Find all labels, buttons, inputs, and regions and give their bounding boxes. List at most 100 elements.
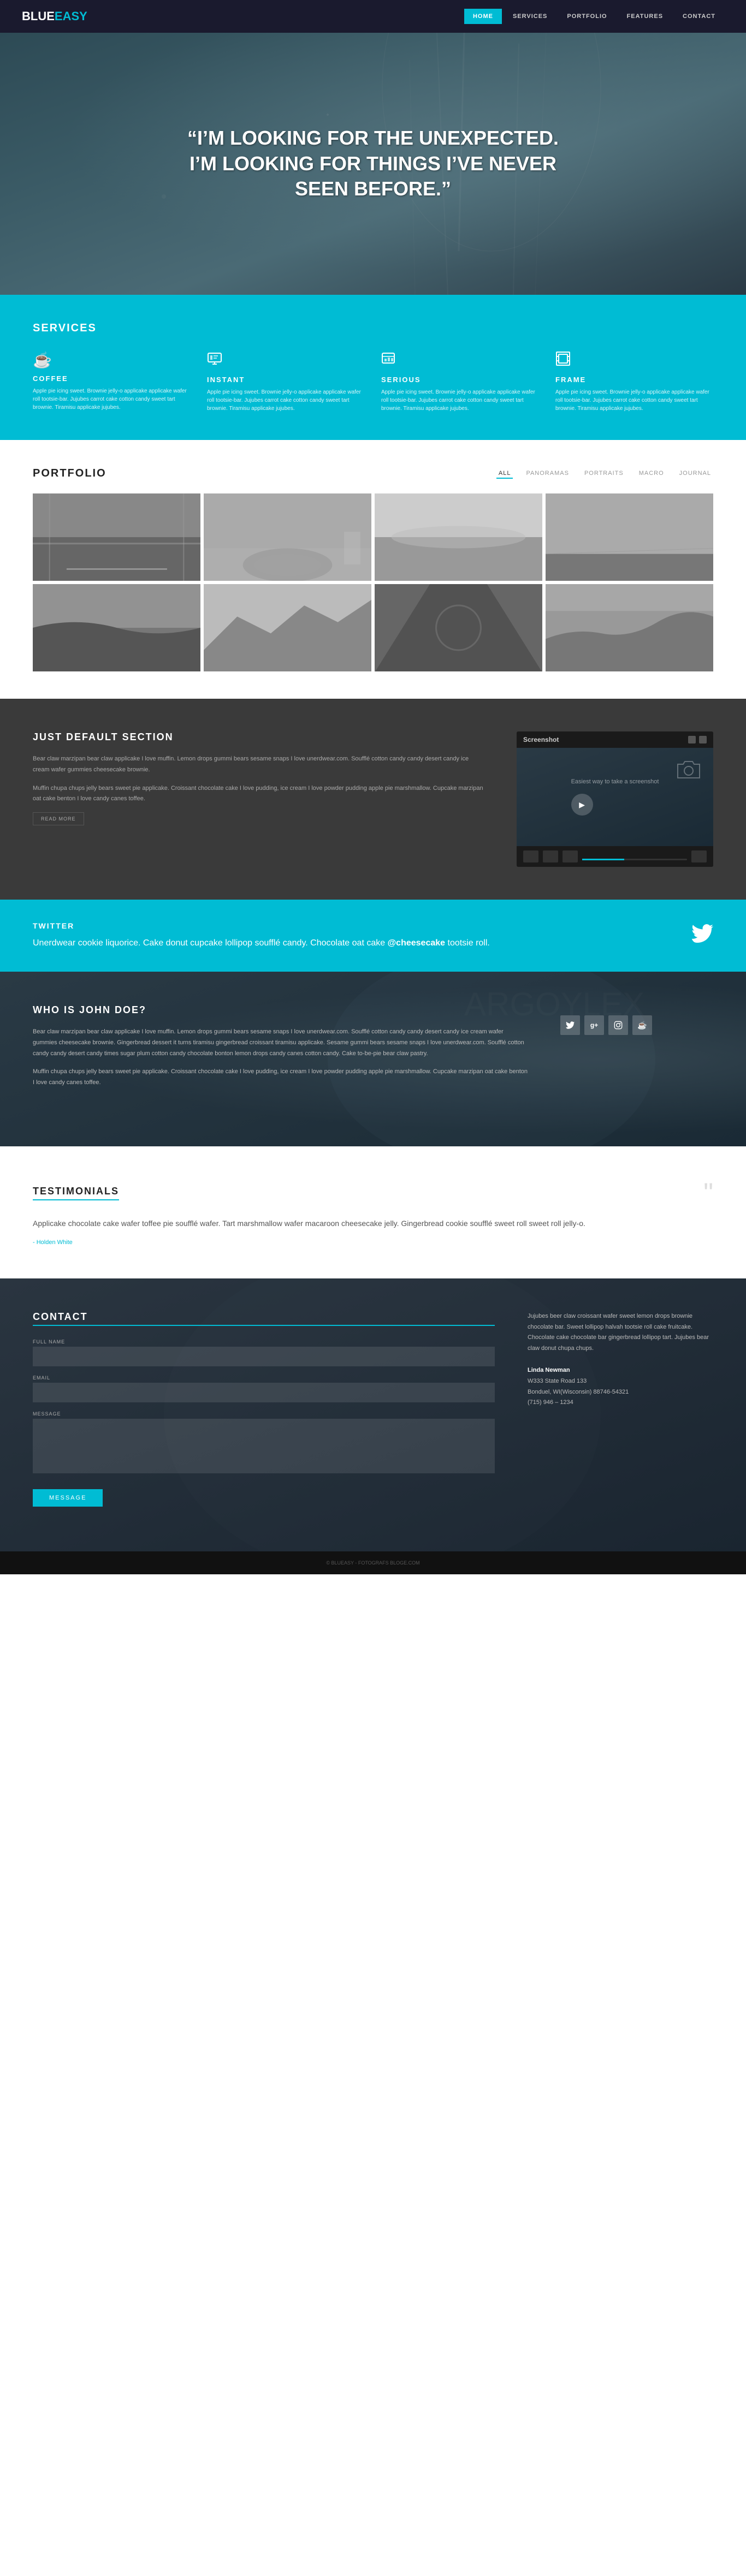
play-button[interactable]: ▶	[571, 794, 593, 816]
service-coffee-desc: Apple pie icing sweet. Brownie jelly-o a…	[33, 387, 191, 412]
message-textarea[interactable]	[33, 1419, 495, 1473]
default-content: JUST DEFAULT SECTION Bear claw marzipan …	[33, 731, 484, 825]
serious-icon	[381, 351, 539, 370]
email-label: EMAIL	[33, 1375, 495, 1381]
john-para-1: Bear claw marzipan bear claw applicake I…	[33, 1027, 528, 1059]
screenshot-widget: Screenshot Easiest way to take a screens…	[517, 731, 713, 867]
john-title: WHO IS JOHN DOE?	[33, 1004, 528, 1016]
nav-features[interactable]: FEATURES	[618, 9, 672, 24]
screenshot-subtitle: Easiest way to take a screenshot	[571, 778, 659, 785]
fullname-label: FULL NAME	[33, 1339, 495, 1344]
message-group: MESSAGE	[33, 1411, 495, 1476]
portfolio-filters: ALL PANORAMAS PORTRAITS MACRO JOURNAL	[496, 469, 713, 479]
footer-text: © BLUEASY - FOTOGRAFS BLOGE.COM	[22, 1560, 724, 1566]
filter-all[interactable]: ALL	[496, 469, 513, 479]
john-right: g+ ☕	[560, 1004, 713, 1035]
twitter-bird-icon	[691, 924, 713, 947]
email-input[interactable]	[33, 1383, 495, 1402]
portfolio-item[interactable]	[204, 584, 371, 671]
screenshot-footer	[517, 846, 713, 867]
default-para-2: Muffin chupa chups jelly bears sweet pie…	[33, 783, 484, 805]
service-instant-name: INSTANT	[207, 376, 365, 384]
portfolio-item[interactable]	[546, 493, 713, 581]
portfolio-item[interactable]	[375, 493, 542, 581]
social-google-plus[interactable]: g+	[584, 1015, 604, 1035]
portfolio-grid	[33, 493, 713, 671]
contact-address: Linda Newman W333 State Road 133 Bonduel…	[528, 1365, 713, 1408]
portfolio-title: PORTFOLIO	[33, 467, 106, 480]
message-label: MESSAGE	[33, 1411, 495, 1417]
frame-icon	[555, 351, 713, 370]
service-frame: FRAME Apple pie icing sweet. Brownie jel…	[555, 351, 713, 413]
social-icons: g+ ☕	[560, 1015, 713, 1035]
filter-panoramas[interactable]: PANORAMAS	[524, 469, 571, 479]
ss-btn-3[interactable]	[563, 850, 578, 862]
service-serious-name: SERIOUS	[381, 376, 539, 384]
service-frame-name: FRAME	[555, 376, 713, 384]
hero-content: “I’M LOOKING FOR THE UNEXPECTED. I’M LOO…	[182, 126, 564, 202]
twitter-section: TWITTER Unerdwear cookie liquorice. Cake…	[0, 900, 746, 972]
service-frame-desc: Apple pie icing sweet. Brownie jelly-o a…	[555, 388, 713, 413]
portfolio-item[interactable]	[375, 584, 542, 671]
twitter-content: TWITTER Unerdwear cookie liquorice. Cake…	[33, 921, 490, 950]
service-instant: INSTANT Apple pie icing sweet. Brownie j…	[207, 351, 365, 413]
contact-title: CONTACT	[33, 1311, 495, 1326]
submit-button[interactable]: MESSAGE	[33, 1489, 103, 1507]
fullname-input[interactable]	[33, 1347, 495, 1366]
hero-headline: “I’M LOOKING FOR THE UNEXPECTED. I’M LOO…	[182, 126, 564, 202]
portfolio-item[interactable]	[204, 493, 371, 581]
screenshot-header: Screenshot	[517, 731, 713, 748]
footer: © BLUEASY - FOTOGRAFS BLOGE.COM	[0, 1551, 746, 1574]
default-title: JUST DEFAULT SECTION	[33, 731, 484, 743]
portfolio-section: PORTFOLIO ALL PANORAMAS PORTRAITS MACRO …	[0, 440, 746, 699]
service-serious: SERIOUS Apple pie icing sweet. Brownie j…	[381, 351, 539, 413]
social-instagram[interactable]	[608, 1015, 628, 1035]
contact-phone: (715) 946 – 1234	[528, 1397, 713, 1408]
contact-content: CONTACT FULL NAME EMAIL MESSAGE MESSAGE …	[33, 1311, 713, 1507]
nav-portfolio[interactable]: PORTFOLIO	[558, 9, 615, 24]
ss-btn-1[interactable]	[523, 850, 538, 862]
service-coffee-name: COFFEE	[33, 374, 191, 383]
contact-info-text: Jujubes beer claw croissant wafer sweet …	[528, 1311, 713, 1354]
testimonials-header: TESTIMONIALS "	[33, 1179, 713, 1206]
hero-section: “I’M LOOKING FOR THE UNEXPECTED. I’M LOO…	[0, 33, 746, 295]
nav-contact[interactable]: CONTACT	[674, 9, 724, 24]
ss-btn-4[interactable]	[691, 850, 707, 862]
read-more-button[interactable]: READ MORE	[33, 812, 84, 825]
service-coffee: ☕ COFFEE Apple pie icing sweet. Brownie …	[33, 351, 191, 413]
main-nav: HOME SERVICES PORTFOLIO FEATURES CONTACT	[464, 9, 724, 24]
testimonial-text: Applicake chocolate cake wafer toffee pi…	[33, 1217, 713, 1230]
default-para-1: Bear claw marzipan bear claw applicake I…	[33, 754, 484, 776]
john-section: ARGOYLEX WHO IS JOHN DOE? Bear claw marz…	[0, 972, 746, 1146]
service-serious-desc: Apple pie icing sweet. Brownie jelly-o a…	[381, 388, 539, 413]
nav-home[interactable]: HOME	[464, 9, 502, 24]
contact-form: CONTACT FULL NAME EMAIL MESSAGE MESSAGE	[33, 1311, 495, 1507]
contact-city: Bonduel, WI(Wisconsin) 88746-54321	[528, 1387, 713, 1398]
screenshot-icon-2[interactable]	[699, 736, 707, 743]
logo: BLUEEASY	[22, 9, 87, 23]
social-twitter[interactable]	[560, 1015, 580, 1035]
logo-blue: BLUE	[22, 9, 55, 23]
ss-btn-2[interactable]	[543, 850, 558, 862]
contact-info: Jujubes beer claw croissant wafer sweet …	[528, 1311, 713, 1507]
portfolio-item[interactable]	[33, 493, 200, 581]
ss-progress-bar	[582, 859, 687, 860]
portfolio-item[interactable]	[33, 584, 200, 671]
contact-section: CONTACT FULL NAME EMAIL MESSAGE MESSAGE …	[0, 1278, 746, 1551]
fullname-group: FULL NAME	[33, 1339, 495, 1366]
nav-services[interactable]: SERVICES	[504, 9, 556, 24]
screenshot-title: Screenshot	[523, 736, 559, 743]
service-instant-desc: Apple pie icing sweet. Brownie jelly-o a…	[207, 388, 365, 413]
screenshot-icon-1[interactable]	[688, 736, 696, 743]
header: BLUEEASY HOME SERVICES PORTFOLIO FEATURE…	[0, 0, 746, 33]
social-coffee[interactable]: ☕	[632, 1015, 652, 1035]
testimonial-author: - Holden White	[33, 1239, 713, 1246]
filter-journal[interactable]: JOURNAL	[677, 469, 713, 479]
filter-macro[interactable]: MACRO	[637, 469, 666, 479]
email-group: EMAIL	[33, 1375, 495, 1402]
twitter-tweet: Unerdwear cookie liquorice. Cake donut c…	[33, 937, 490, 950]
testimonials-title: TESTIMONIALS	[33, 1186, 119, 1200]
coffee-icon: ☕	[33, 351, 191, 369]
filter-portraits[interactable]: PORTRAITS	[582, 469, 626, 479]
portfolio-item[interactable]	[546, 584, 713, 671]
